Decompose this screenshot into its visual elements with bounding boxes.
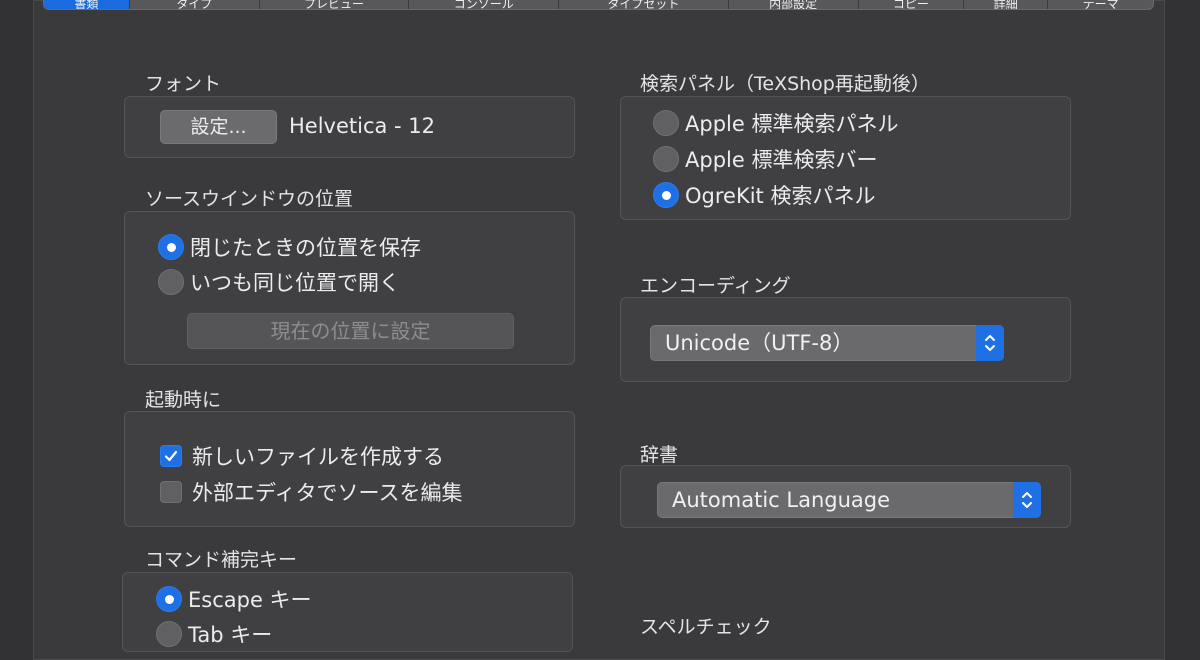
radio-escape-key[interactable]: Escape キー bbox=[156, 584, 312, 614]
command-completion-section-label: コマンド補完キー bbox=[145, 549, 298, 571]
startup-section-label: 起動時に bbox=[145, 389, 222, 411]
radio-label: OgreKit 検索パネル bbox=[685, 184, 876, 208]
radio-button-selected[interactable] bbox=[156, 586, 182, 612]
radio-label: Tab キー bbox=[188, 623, 273, 647]
radio-button[interactable] bbox=[653, 110, 679, 136]
radio-label: 閉じたときの位置を保存 bbox=[190, 236, 421, 260]
checkbox-create-new-file[interactable]: 新しいファイルを作成する bbox=[160, 441, 444, 471]
chevron-up-down-icon bbox=[1013, 482, 1041, 518]
font-value: Helvetica - 12 bbox=[289, 114, 436, 138]
chevron-up-down-icon bbox=[976, 325, 1004, 361]
preferences-tab-bar: 書類 タイプ プレビュー コンソール タイプセット 内部設定 コピー 詳細 テー… bbox=[43, 0, 1154, 10]
radio-ogrekit-search-panel[interactable]: OgreKit 検索パネル bbox=[653, 180, 875, 210]
tab-console[interactable]: コンソール bbox=[409, 0, 560, 9]
radio-button-selected[interactable] bbox=[653, 182, 679, 208]
tab-preview[interactable]: プレビュー bbox=[260, 0, 410, 9]
radio-label: Apple 標準検索パネル bbox=[685, 112, 899, 136]
radio-label: Escape キー bbox=[188, 588, 312, 612]
encoding-value: Unicode（UTF-8） bbox=[665, 331, 854, 355]
tab-typesetting[interactable]: タイプセット bbox=[559, 0, 729, 9]
checkbox-label: 外部エディタでソースを編集 bbox=[192, 481, 463, 505]
source-window-section-label: ソースウインドウの位置 bbox=[145, 188, 354, 210]
encoding-section-label: エンコーディング bbox=[640, 275, 791, 297]
checkbox-external-editor[interactable]: 外部エディタでソースを編集 bbox=[160, 477, 462, 507]
tab-typing[interactable]: タイプ bbox=[130, 0, 260, 9]
tab-misc[interactable]: 詳細 bbox=[964, 0, 1049, 9]
radio-button[interactable] bbox=[653, 146, 679, 172]
tab-copy[interactable]: コピー bbox=[859, 0, 965, 9]
tab-documents[interactable]: 書類 bbox=[44, 0, 130, 9]
search-panel-section-label: 検索パネル（TeXShop再起動後） bbox=[640, 73, 930, 95]
radio-apple-search-bar[interactable]: Apple 標準検索バー bbox=[653, 144, 877, 174]
font-set-button[interactable]: 設定... bbox=[160, 110, 277, 144]
dictionary-value: Automatic Language bbox=[672, 488, 891, 512]
tab-themes[interactable]: テーマ bbox=[1048, 0, 1153, 9]
radio-button[interactable] bbox=[158, 269, 184, 295]
radio-tab-key[interactable]: Tab キー bbox=[156, 619, 272, 649]
radio-label: いつも同じ位置で開く bbox=[190, 271, 400, 295]
radio-button[interactable] bbox=[156, 621, 182, 647]
dictionary-section-label: 辞書 bbox=[640, 444, 679, 466]
radio-label: Apple 標準検索バー bbox=[685, 148, 878, 172]
radio-save-position-on-close[interactable]: 閉じたときの位置を保存 bbox=[158, 232, 421, 262]
checkbox-label: 新しいファイルを作成する bbox=[192, 445, 444, 469]
checkmark-icon bbox=[164, 450, 178, 462]
checkbox-checked[interactable] bbox=[160, 445, 182, 467]
dictionary-popup[interactable]: Automatic Language bbox=[657, 482, 1041, 518]
radio-always-open-same-position[interactable]: いつも同じ位置で開く bbox=[158, 267, 400, 297]
set-current-position-button[interactable]: 現在の位置に設定 bbox=[187, 313, 514, 349]
font-section-label: フォント bbox=[145, 73, 222, 95]
radio-apple-search-panel[interactable]: Apple 標準検索パネル bbox=[653, 108, 898, 138]
tab-engine[interactable]: 内部設定 bbox=[729, 0, 859, 9]
encoding-popup[interactable]: Unicode（UTF-8） bbox=[650, 325, 1004, 361]
checkbox-unchecked[interactable] bbox=[160, 481, 182, 503]
radio-button-selected[interactable] bbox=[158, 234, 184, 260]
spellcheck-section-label: スペルチェック bbox=[640, 616, 772, 638]
